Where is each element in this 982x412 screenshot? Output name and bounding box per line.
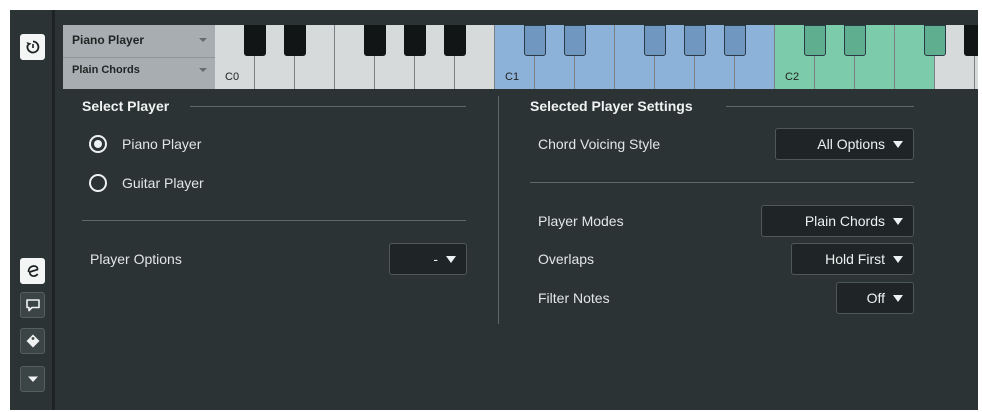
dropdown-arrow-icon bbox=[199, 68, 207, 72]
reset-icon bbox=[26, 40, 39, 54]
filter-notes-dropdown[interactable]: Off bbox=[836, 282, 914, 314]
player-name: Piano Player bbox=[72, 33, 145, 47]
column-divider bbox=[498, 96, 499, 324]
guitar-player-label: Guitar Player bbox=[122, 175, 204, 191]
piano-keyboard[interactable]: C0 C1 C2 bbox=[215, 25, 978, 89]
black-key[interactable] bbox=[924, 25, 946, 56]
player-modes-dropdown[interactable]: Plain Chords bbox=[761, 205, 914, 237]
overlaps-label: Overlaps bbox=[538, 251, 595, 267]
comment-icon bbox=[25, 299, 40, 312]
black-key[interactable] bbox=[564, 25, 586, 56]
player-mode: Plain Chords bbox=[72, 64, 140, 76]
octave-label: C2 bbox=[785, 71, 800, 83]
player-mode-field[interactable]: Plain Chords bbox=[63, 58, 215, 82]
chord-player-panel: Piano Player Plain Chords C0 C1 C2 Select … bbox=[10, 10, 978, 410]
black-key[interactable] bbox=[964, 25, 978, 56]
player-selector: Piano Player Plain Chords bbox=[63, 25, 215, 89]
section-rule bbox=[530, 182, 914, 183]
octave-label: C1 bbox=[505, 71, 520, 83]
keyboard-header: Piano Player Plain Chords C0 C1 C2 bbox=[63, 25, 978, 89]
player-settings-title: Selected Player Settings bbox=[530, 98, 693, 114]
black-key[interactable] bbox=[684, 25, 706, 56]
black-key[interactable] bbox=[804, 25, 826, 56]
chord-voicing-value: All Options bbox=[817, 136, 885, 152]
chord-voicing-label: Chord Voicing Style bbox=[538, 136, 661, 152]
piano-player-label: Piano Player bbox=[122, 136, 202, 152]
edit-e-icon bbox=[27, 265, 38, 277]
black-key[interactable] bbox=[284, 25, 306, 56]
radio-guitar-player[interactable] bbox=[89, 174, 107, 192]
radio-piano-player[interactable] bbox=[89, 135, 107, 153]
overlaps-value: Hold First bbox=[825, 251, 885, 267]
black-key[interactable] bbox=[244, 25, 266, 56]
black-key[interactable] bbox=[444, 25, 466, 56]
black-key[interactable] bbox=[364, 25, 386, 56]
tag-button[interactable] bbox=[20, 328, 45, 354]
dropdown-arrow-icon bbox=[199, 38, 207, 42]
dropdown-arrow-icon bbox=[893, 140, 903, 148]
section-rule bbox=[82, 220, 466, 221]
section-rule bbox=[190, 106, 466, 107]
reset-button[interactable] bbox=[20, 34, 45, 60]
player-modes-value: Plain Chords bbox=[804, 213, 885, 229]
filter-notes-label: Filter Notes bbox=[538, 290, 610, 306]
player-name-field[interactable]: Piano Player bbox=[63, 28, 215, 52]
tag-icon bbox=[26, 334, 39, 348]
dropdown-arrow-icon bbox=[893, 294, 903, 302]
collapse-button[interactable] bbox=[20, 366, 45, 392]
select-player-title: Select Player bbox=[82, 98, 170, 114]
black-key[interactable] bbox=[404, 25, 426, 56]
black-key[interactable] bbox=[724, 25, 746, 56]
dropdown-arrow-icon bbox=[446, 255, 456, 263]
overlaps-dropdown[interactable]: Hold First bbox=[791, 243, 914, 275]
player-modes-label: Player Modes bbox=[538, 213, 624, 229]
player-options-value: - bbox=[433, 251, 438, 267]
section-rule bbox=[726, 106, 914, 107]
chord-voicing-dropdown[interactable]: All Options bbox=[775, 128, 914, 160]
collapse-arrow-icon bbox=[27, 376, 38, 382]
black-key[interactable] bbox=[844, 25, 866, 56]
octave-label: C0 bbox=[225, 71, 240, 83]
player-options-label: Player Options bbox=[90, 251, 182, 267]
left-toolbar bbox=[10, 10, 55, 410]
comment-button[interactable] bbox=[20, 292, 45, 318]
toolbar-separator bbox=[52, 10, 55, 410]
edit-button[interactable] bbox=[20, 258, 45, 284]
filter-notes-value: Off bbox=[866, 290, 885, 306]
player-options-dropdown[interactable]: - bbox=[389, 243, 467, 275]
black-key[interactable] bbox=[524, 25, 546, 56]
dropdown-arrow-icon bbox=[893, 255, 903, 263]
black-key[interactable] bbox=[644, 25, 666, 56]
dropdown-arrow-icon bbox=[893, 217, 903, 225]
